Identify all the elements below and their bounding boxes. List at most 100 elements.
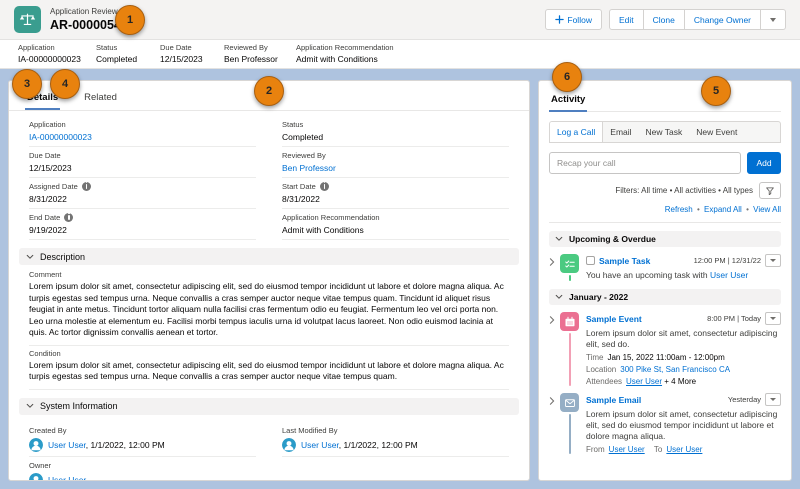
tab-new-task[interactable]: New Task bbox=[639, 122, 690, 142]
activity-filters-summary: Filters: All time • All activities • All… bbox=[615, 186, 753, 195]
user-avatar-icon bbox=[29, 437, 43, 452]
tab-email[interactable]: Email bbox=[603, 122, 638, 142]
tab-activity[interactable]: Activity bbox=[549, 92, 588, 112]
upcoming-overdue-section-header[interactable]: Upcoming & Overdue bbox=[549, 231, 781, 247]
event-calendar-icon bbox=[560, 312, 579, 331]
task-datetime: 12:00 PM | 12/31/22 bbox=[693, 256, 761, 265]
application-link[interactable]: IA-00000000023 bbox=[18, 54, 96, 64]
tab-new-event[interactable]: New Event bbox=[689, 122, 744, 142]
email-envelope-icon bbox=[560, 393, 579, 412]
application-link[interactable]: IA-00000000023 bbox=[29, 132, 256, 142]
view-all-link[interactable]: View All bbox=[753, 205, 781, 214]
email-title-link[interactable]: Sample Email bbox=[586, 395, 641, 405]
chevron-down-icon bbox=[555, 294, 563, 299]
header-actions: Follow Edit Clone Change Owner bbox=[545, 9, 786, 30]
info-icon[interactable] bbox=[81, 182, 91, 191]
annotation-marker-1: 1 bbox=[115, 5, 145, 35]
highlight-reviewed-by: Reviewed By Ben Professor bbox=[224, 43, 296, 68]
created-by-link[interactable]: User User bbox=[48, 440, 86, 450]
reviewed-by-link[interactable]: Ben Professor bbox=[224, 54, 296, 64]
tab-log-a-call[interactable]: Log a Call bbox=[550, 122, 604, 142]
chevron-down-icon bbox=[26, 403, 34, 408]
annotation-marker-2: 2 bbox=[254, 76, 284, 106]
call-composer: Add bbox=[549, 152, 781, 174]
annotation-marker-4: 4 bbox=[50, 69, 80, 99]
filter-button[interactable] bbox=[759, 182, 781, 199]
refresh-link[interactable]: Refresh bbox=[665, 205, 693, 214]
highlight-application: Application IA-00000000023 bbox=[18, 43, 96, 68]
change-owner-button[interactable]: Change Owner bbox=[684, 9, 761, 30]
field-assigned-date: Assigned Date 8/31/2022 bbox=[29, 178, 256, 209]
email-to-link[interactable]: User User bbox=[666, 445, 702, 454]
info-icon[interactable] bbox=[64, 213, 74, 222]
reviewed-by-link[interactable]: Ben Professor bbox=[282, 163, 509, 173]
event-time-row: Time Jan 15, 2022 11:00am - 12:00pm bbox=[586, 353, 725, 362]
detail-field-grid: Application IA-00000000023 Status Comple… bbox=[9, 111, 529, 240]
user-avatar-icon bbox=[29, 472, 43, 480]
condition-text: Lorem ipsum dolor sit amet, consectetur … bbox=[29, 360, 509, 390]
clone-button[interactable]: Clone bbox=[643, 9, 685, 30]
system-information-section: Created By User User, 1/1/2022, 12:00 PM… bbox=[9, 420, 529, 481]
description-section-header[interactable]: Description bbox=[19, 248, 519, 265]
task-title-link[interactable]: Sample Task bbox=[599, 256, 650, 266]
follow-button[interactable]: Follow bbox=[545, 9, 602, 30]
description-section: Comment Lorem ipsum dolor sit amet, cons… bbox=[9, 270, 529, 390]
tab-related[interactable]: Related bbox=[82, 92, 119, 110]
event-summary: Lorem ipsum dolor sit amet, consectetur … bbox=[586, 328, 778, 349]
chevron-down-icon bbox=[555, 236, 563, 241]
expand-chevron-icon[interactable] bbox=[549, 393, 560, 454]
condition-label: Condition bbox=[29, 348, 61, 358]
attendee-link[interactable]: User User bbox=[626, 377, 662, 386]
last-modified-by-link[interactable]: User User bbox=[301, 440, 339, 450]
event-actions-button[interactable] bbox=[765, 312, 781, 325]
application-review-object-icon bbox=[14, 6, 41, 33]
add-button[interactable]: Add bbox=[747, 152, 781, 174]
chevron-down-icon bbox=[770, 317, 776, 320]
edit-button[interactable]: Edit bbox=[608, 9, 644, 30]
field-last-modified-by: Last Modified By User User, 1/1/2022, 12… bbox=[282, 422, 509, 457]
event-location-row: Location 300 Pike St, San Francisco CA bbox=[586, 365, 731, 374]
timeline-stem bbox=[568, 414, 571, 454]
divider bbox=[549, 222, 781, 223]
balance-scales-icon bbox=[19, 13, 36, 26]
user-avatar-icon bbox=[282, 437, 296, 452]
more-actions-button[interactable] bbox=[761, 9, 786, 30]
january-2022-section-header[interactable]: January - 2022 bbox=[549, 289, 781, 305]
event-attendees-row: Attendees User User + 4 More bbox=[586, 377, 697, 386]
system-information-section-header[interactable]: System Information bbox=[19, 397, 519, 415]
email-from-link[interactable]: User User bbox=[609, 445, 645, 454]
comment-text: Lorem ipsum dolor sit amet, consectetur … bbox=[29, 281, 509, 346]
email-datetime: Yesterday bbox=[727, 395, 761, 404]
plus-icon bbox=[555, 15, 565, 24]
field-due-date: Due Date 12/15/2023 bbox=[29, 147, 256, 178]
details-panel: Details Related Application IA-000000000… bbox=[8, 80, 530, 481]
owner-link[interactable]: User User bbox=[48, 475, 86, 481]
timeline-item-email: Sample Email Yesterday Lorem ipsum dolor… bbox=[549, 393, 781, 454]
task-actions-button[interactable] bbox=[765, 254, 781, 267]
event-datetime: 8:00 PM | Today bbox=[707, 314, 761, 323]
expand-chevron-icon[interactable] bbox=[549, 254, 560, 281]
chevron-down-icon bbox=[770, 17, 776, 22]
event-title-link[interactable]: Sample Event bbox=[586, 314, 642, 324]
chevron-down-icon bbox=[770, 259, 776, 262]
annotation-marker-6: 6 bbox=[552, 62, 582, 92]
expand-all-link[interactable]: Expand All bbox=[704, 205, 742, 214]
task-user-link[interactable]: User User bbox=[710, 270, 748, 280]
task-icon bbox=[560, 254, 579, 273]
task-complete-checkbox[interactable] bbox=[586, 256, 595, 265]
chevron-down-icon bbox=[26, 254, 34, 259]
field-created-by: Created By User User, 1/1/2022, 12:00 PM bbox=[29, 422, 256, 457]
event-location-link[interactable]: 300 Pike St, San Francisco CA bbox=[620, 365, 730, 374]
composer-tabset: Log a Call Email New Task New Event bbox=[549, 121, 781, 143]
field-owner: Owner User User bbox=[29, 457, 256, 481]
highlight-status: Status Completed bbox=[96, 43, 138, 64]
email-from-to-row: From User User To User User bbox=[586, 445, 703, 454]
field-end-date: End Date 9/19/2022 bbox=[29, 209, 256, 240]
expand-chevron-icon[interactable] bbox=[549, 312, 560, 386]
field-reviewed-by: Reviewed By Ben Professor bbox=[282, 147, 509, 178]
highlights-panel: Application IA-00000000023 Status Comple… bbox=[0, 40, 800, 69]
info-icon[interactable] bbox=[319, 182, 329, 191]
annotation-marker-5: 5 bbox=[701, 76, 731, 106]
recap-call-input[interactable] bbox=[549, 152, 741, 174]
email-actions-button[interactable] bbox=[765, 393, 781, 406]
